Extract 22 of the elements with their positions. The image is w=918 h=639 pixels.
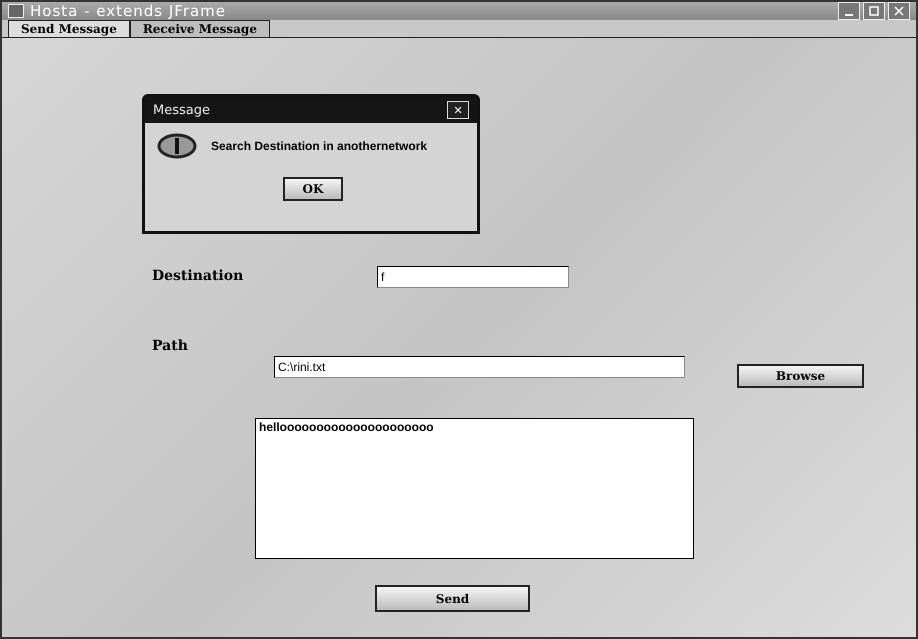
window-title: Hosta - extends JFrame [30,2,226,20]
browse-button[interactable]: Browse [737,364,864,388]
app-icon [8,4,24,18]
path-field[interactable]: C:\rini.txt [274,356,685,378]
minimize-button[interactable] [838,2,860,20]
dialog-close-button[interactable]: ✕ [447,101,469,119]
close-icon [894,6,904,16]
ok-button[interactable]: OK [283,177,343,201]
path-label: Path [152,338,189,354]
close-button[interactable] [888,2,910,20]
info-icon [157,133,197,159]
message-area[interactable]: hellooooooooooooooooooooo [255,418,694,559]
dialog-message: Search Destination in anothernetwork [211,139,428,153]
tab[interactable]: Receive Message [130,20,270,37]
destination-label: Destination [152,267,244,284]
send-button[interactable]: Send [375,585,530,612]
maximize-button[interactable] [863,2,885,20]
maximize-icon [869,6,879,16]
minimize-icon [845,14,853,16]
tab[interactable]: Send Message [8,20,130,37]
destination-field[interactable]: f [377,266,569,288]
dialog-title: Message [153,102,210,118]
